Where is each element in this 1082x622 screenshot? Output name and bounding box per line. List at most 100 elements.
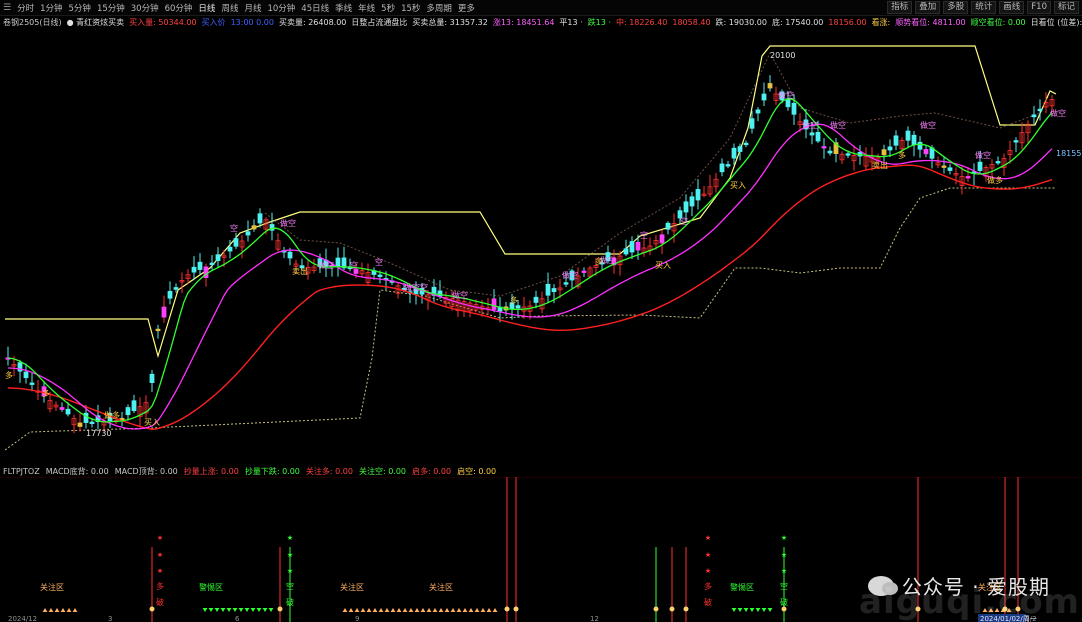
period-button[interactable]: 10分钟 (267, 2, 295, 14)
candle-body (1013, 140, 1019, 143)
up-triangle-icon (366, 608, 372, 612)
period-button[interactable]: 5秒 (381, 2, 395, 14)
star-icon: ★ (781, 534, 787, 542)
period-button[interactable]: 多周期 (426, 2, 452, 14)
candle-body (377, 274, 383, 277)
signal-label: 做多 (987, 175, 1003, 185)
ma-long-line (7, 164, 1053, 430)
candle-body (545, 283, 551, 296)
date-tick-label: 2024/12 (8, 615, 37, 622)
candle-body (941, 165, 947, 168)
up-triangle-icon (408, 608, 414, 612)
menu-icon[interactable]: ☰ (3, 3, 11, 13)
tool-buttons: 指标 叠加 多股 统计 画线 F10 标记 (887, 1, 1082, 14)
down-triangle-icon (749, 608, 755, 612)
up-triangle-icon (426, 608, 432, 612)
price-chart[interactable]: 201001773018155做空空做空空空做空 空做空做空做空空空做空做空 做空做… (0, 28, 1082, 465)
candle-body (845, 153, 851, 156)
candle-body (155, 328, 161, 332)
candle-body (23, 371, 29, 379)
tool-button[interactable]: 多股 (943, 1, 969, 14)
tool-button[interactable]: 标记 (1053, 1, 1079, 14)
period-button[interactable]: 5分钟 (69, 2, 91, 14)
period-button[interactable]: 更多 (458, 2, 475, 14)
period-button[interactable]: 15分钟 (97, 2, 125, 14)
legend-item: 日看位 (位差): (1030, 17, 1082, 27)
legend-item: 中: 18226.40 (615, 17, 668, 27)
down-triangle-icon (743, 608, 749, 612)
candle-body (77, 422, 83, 427)
down-triangle-icon (268, 608, 274, 612)
period-button[interactable]: 日线 (198, 2, 215, 14)
tool-button[interactable]: 叠加 (915, 1, 941, 14)
signal-label: 卖出 (872, 160, 888, 170)
period-button[interactable]: 60分钟 (165, 2, 193, 14)
star-icon: ★ (781, 567, 787, 575)
signal-marker: 空 (780, 581, 788, 591)
legend-item: FLTPJTOZ (3, 466, 40, 476)
up-triangle-icon (468, 608, 474, 612)
candle-body (257, 213, 263, 224)
candle-body (89, 421, 95, 424)
indicator-legend: 卷钢2505(日线) ● 青红资炫买卖 买入量: 50344.00 买入价 13:00 … (0, 16, 1082, 28)
up-triangle-icon (462, 608, 468, 612)
candle-body (149, 373, 155, 384)
candle-body (731, 147, 737, 159)
tool-button[interactable]: 画线 (999, 1, 1025, 14)
up-triangle-icon (48, 608, 54, 612)
candle-body (533, 296, 539, 303)
up-triangle-icon (72, 608, 78, 612)
up-triangle-icon (354, 608, 360, 612)
candle-body (287, 251, 293, 259)
up-triangle-icon (438, 608, 444, 612)
date-tick-label: 9 (355, 615, 359, 622)
signal-label: 做空 (920, 120, 936, 130)
period-button[interactable]: 1分钟 (40, 2, 62, 14)
legend-item: 18156.00 (828, 17, 867, 27)
star-icon: ★ (157, 551, 163, 559)
signal-label: 做空 (1050, 108, 1066, 118)
up-triangle-icon (54, 608, 60, 612)
period-button[interactable]: 45日线 (301, 2, 329, 14)
star-icon: ★ (705, 534, 711, 542)
tool-button[interactable]: 指标 (887, 1, 913, 14)
period-button[interactable]: 周线 (221, 2, 238, 14)
candle-body (683, 201, 689, 213)
ma-mid-line (7, 98, 1053, 423)
tool-button[interactable]: F10 (1027, 1, 1051, 14)
candle-body (689, 196, 695, 207)
signal-marker: 空 (286, 581, 294, 591)
period-button[interactable]: 季线 (335, 2, 352, 14)
period-button[interactable]: 15秒 (401, 2, 420, 14)
legend-item: 13:00 0.00 (230, 17, 274, 27)
candle-body (905, 130, 911, 141)
up-triangle-icon (60, 608, 66, 612)
down-triangle-icon (755, 608, 761, 612)
down-triangle-icon (256, 608, 262, 612)
tool-button[interactable]: 统计 (971, 1, 997, 14)
up-triangle-icon (348, 608, 354, 612)
region-label: 关注区 (340, 582, 364, 592)
up-triangle-icon (432, 608, 438, 612)
up-triangle-icon (378, 608, 384, 612)
up-triangle-icon (384, 608, 390, 612)
legend-item: 看涨: (871, 17, 891, 27)
candle-body (965, 176, 971, 179)
candle-body (947, 167, 953, 171)
right-price-label: 18155 (1056, 149, 1081, 158)
signal-label: 空 (680, 216, 688, 226)
candle-body (743, 142, 749, 146)
period-button[interactable]: 分时 (17, 2, 34, 14)
down-triangle-icon (232, 608, 238, 612)
period-button[interactable]: 年线 (358, 2, 375, 14)
down-triangle-icon (202, 608, 208, 612)
period-button[interactable]: 30分钟 (131, 2, 159, 14)
up-triangle-icon (444, 608, 450, 612)
legend-item: 买入价 (201, 17, 226, 27)
candle-body (131, 400, 137, 412)
signal-dot-icon (669, 606, 675, 612)
signal-label: 买入 (730, 181, 746, 190)
period-button[interactable]: 月线 (244, 2, 261, 14)
up-triangle-icon (420, 608, 426, 612)
date-tick-label: 6 (235, 615, 240, 622)
